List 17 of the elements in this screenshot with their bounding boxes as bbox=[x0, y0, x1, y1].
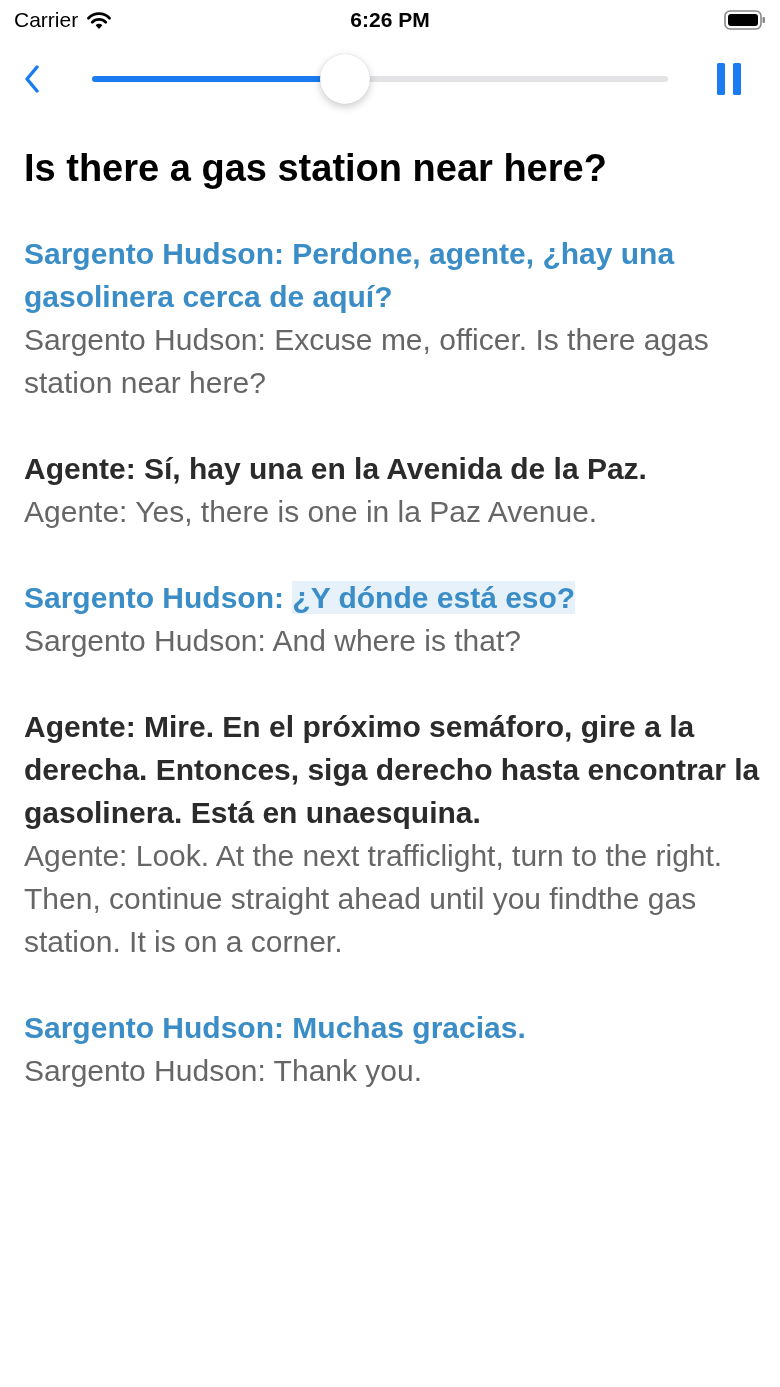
page-title: Is there a gas station near here? bbox=[24, 146, 608, 191]
spanish-line: Agente: Mire. En el próximo semáforo, gire a la derecha. Entonces, siga derecho hasta encontrar la gasolinera. Está en unaesquina. bbox=[24, 708, 761, 831]
back-button[interactable] bbox=[24, 65, 40, 93]
spanish-line: Sargento Hudson: Perdone, agente, ¿hay una gasolinera cerca de aquí? bbox=[24, 235, 676, 315]
translation-line: Sargento Hudson: Thank you. bbox=[24, 1052, 424, 1089]
translation-line: Agente: Look. At the next trafficlight, turn to the right. Then, continue straight ahead until you findthe gas station. It is on a corner. bbox=[24, 837, 724, 960]
translation-line: Agente: Yes, there is one in la Paz Avenue. bbox=[24, 493, 599, 530]
translation-line: Sargento Hudson: Excuse me, officer. Is there agas station near here? bbox=[24, 321, 710, 401]
spanish-line: Sargento Hudson: ¿Y dónde está eso? bbox=[24, 579, 577, 616]
translation-line: Sargento Hudson: And where is that? bbox=[24, 622, 522, 659]
pause-button[interactable] bbox=[716, 63, 742, 95]
status-time: 6:26 PM bbox=[350, 8, 430, 32]
wifi-icon bbox=[86, 10, 113, 30]
spanish-line: Agente: Sí, hay una en la Avenida de la Paz. bbox=[24, 450, 648, 487]
carrier-name: Carrier bbox=[14, 8, 79, 32]
battery-icon bbox=[724, 10, 766, 30]
spanish-line: Sargento Hudson: Muchas gracias. bbox=[24, 1009, 527, 1046]
